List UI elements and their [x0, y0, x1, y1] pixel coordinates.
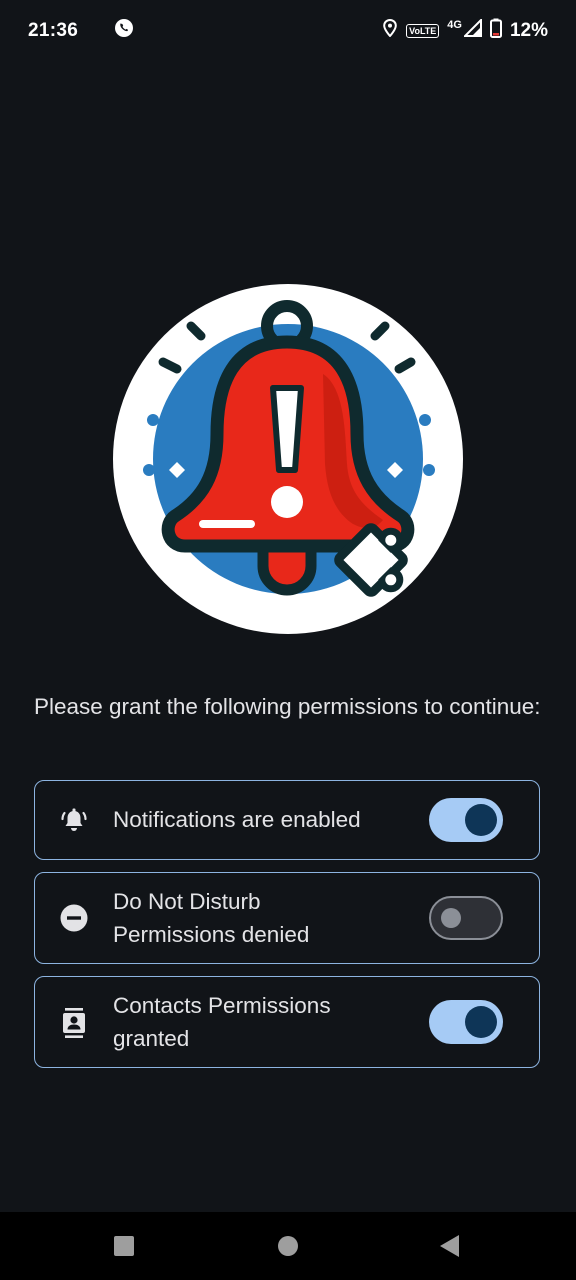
permission-card-contacts: Contacts Permissions granted: [34, 976, 540, 1068]
permission-label-contacts: Contacts Permissions granted: [113, 989, 413, 1055]
permissions-prompt: Please grant the following permissions t…: [34, 694, 541, 719]
circle-icon: [278, 1236, 298, 1256]
alert-bell-puzzle-icon: [113, 284, 463, 634]
contacts-icon: [57, 1006, 91, 1040]
notifications-toggle[interactable]: [429, 798, 503, 842]
permission-label-dnd: Do Not Disturb Permissions denied: [113, 885, 413, 951]
volte-badge: VoLTE: [406, 24, 440, 38]
navigation-bar: [0, 1212, 576, 1280]
square-icon: [114, 1236, 134, 1256]
network-type: 4G: [447, 19, 462, 31]
contacts-toggle[interactable]: [429, 1000, 503, 1044]
dnd-status: Permissions denied: [113, 922, 310, 947]
home-button[interactable]: [248, 1212, 328, 1280]
permission-card-dnd: Do Not Disturb Permissions denied: [34, 872, 540, 964]
notification-alert-icon: [57, 803, 91, 837]
status-time: 21:36: [28, 20, 79, 41]
dnd-toggle[interactable]: [429, 896, 503, 940]
toggle-thumb: [441, 907, 461, 928]
back-button[interactable]: [410, 1212, 490, 1280]
whatsapp-call-icon: [114, 18, 134, 44]
toggle-thumb: [465, 1006, 497, 1038]
battery-percent: 12%: [509, 20, 548, 41]
do-not-disturb-icon: [57, 901, 91, 935]
signal-icon: [462, 17, 482, 43]
contacts-title: Contacts Permissions: [113, 993, 331, 1018]
permission-label-notifications: Notifications are enabled: [113, 807, 361, 832]
battery-icon: [489, 18, 502, 44]
recents-button[interactable]: [84, 1212, 164, 1280]
dnd-title: Do Not Disturb: [113, 889, 261, 914]
contacts-status: granted: [113, 1026, 190, 1051]
permission-card-notifications: Notifications are enabled: [34, 780, 540, 860]
status-bar: 21:36 VoLTE 4G 12%: [0, 0, 576, 62]
back-triangle-icon: [440, 1235, 459, 1257]
location-icon: [382, 18, 398, 43]
toggle-thumb: [465, 804, 497, 836]
